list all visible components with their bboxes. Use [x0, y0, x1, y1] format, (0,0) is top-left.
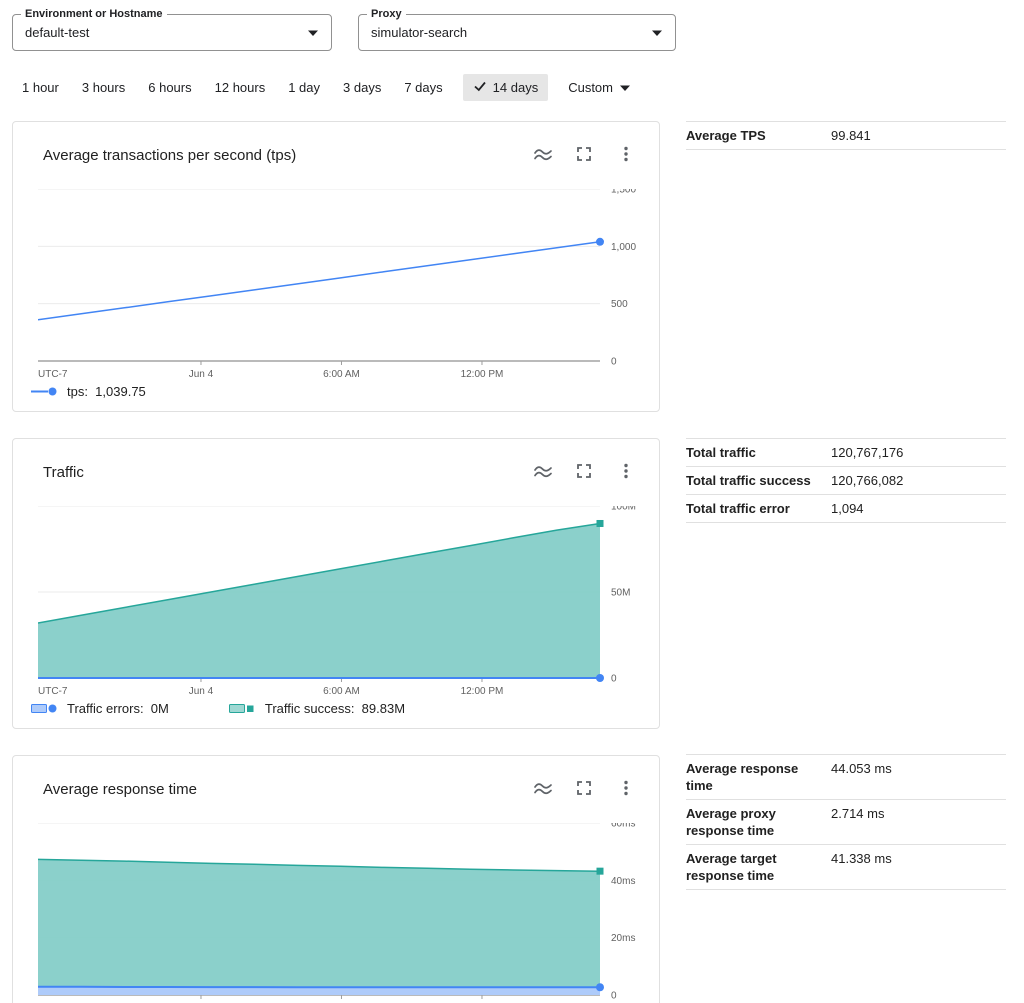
response-time-stats-table: Average response time 44.053 ms Average …	[686, 754, 1006, 890]
svg-text:6:00 AM: 6:00 AM	[323, 369, 360, 380]
stat-row: Average response time 44.053 ms	[686, 754, 1006, 799]
fullscreen-icon[interactable]	[575, 778, 595, 798]
stat-row: Average TPS 99.841	[686, 121, 1006, 150]
time-range-custom-label: Custom	[568, 80, 613, 95]
time-range-3-days[interactable]: 3 days	[343, 80, 381, 95]
chart-type-toggle-icon[interactable]	[533, 461, 553, 481]
environment-select[interactable]: Environment or Hostname default-test	[12, 14, 332, 51]
response-time-chart-plot: 60ms40ms20ms0UTC-7Jun 46:00 AM12:00 PM	[38, 823, 638, 1003]
time-range-selector: 1 hour 3 hours 6 hours 12 hours 1 day 3 …	[22, 74, 631, 101]
legend-item: Traffic success: 89.83M	[229, 701, 405, 716]
chart-title: Traffic	[43, 464, 84, 481]
stat-label: Total traffic	[686, 444, 831, 461]
stat-label: Average TPS	[686, 127, 831, 144]
stat-label: Total traffic success	[686, 472, 831, 489]
time-range-14-days-label: 14 days	[493, 80, 539, 95]
traffic-stats-table: Total traffic 120,767,176 Total traffic …	[686, 438, 1006, 523]
time-range-1-hour[interactable]: 1 hour	[22, 80, 59, 95]
time-range-14-days[interactable]: 14 days	[463, 74, 549, 101]
stat-value: 120,767,176	[831, 444, 903, 461]
time-range-7-days[interactable]: 7 days	[404, 80, 442, 95]
time-range-custom[interactable]: Custom	[568, 80, 631, 95]
stat-row: Average proxy response time 2.714 ms	[686, 799, 1006, 844]
stat-row: Average target response time 41.338 ms	[686, 844, 1006, 890]
svg-text:1,000: 1,000	[611, 242, 636, 253]
more-vert-icon[interactable]	[617, 461, 637, 481]
svg-text:UTC-7: UTC-7	[38, 686, 68, 697]
api-monitoring-dashboard: Environment or Hostname default-test Pro…	[0, 0, 1024, 1003]
chart-type-toggle-icon[interactable]	[533, 144, 553, 164]
tps-chart-legend: tps: 1,039.75	[31, 384, 206, 399]
fullscreen-icon[interactable]	[575, 461, 595, 481]
svg-text:50M: 50M	[611, 588, 630, 599]
more-vert-icon[interactable]	[617, 778, 637, 798]
legend-item: tps: 1,039.75	[31, 384, 146, 399]
stat-row: Total traffic error 1,094	[686, 494, 1006, 523]
svg-text:0: 0	[611, 357, 617, 368]
dropdown-arrow-icon	[619, 80, 631, 95]
stat-value: 41.338 ms	[831, 850, 892, 867]
svg-text:1,500: 1,500	[611, 189, 636, 196]
svg-text:100M: 100M	[611, 506, 636, 513]
response-time-chart-card: Average response time 60ms40ms20ms0UTC-7…	[12, 755, 660, 1003]
legend-item: Traffic errors: 0M	[31, 701, 169, 716]
dropdown-arrow-icon	[651, 29, 663, 37]
svg-text:12:00 PM: 12:00 PM	[461, 686, 504, 697]
svg-text:UTC-7: UTC-7	[38, 369, 68, 380]
traffic-chart-legend: Traffic errors: 0M Traffic success: 89.83…	[31, 701, 465, 716]
stat-value: 1,094	[831, 500, 864, 517]
svg-text:12:00 PM: 12:00 PM	[461, 369, 504, 380]
time-range-1-day[interactable]: 1 day	[288, 80, 320, 95]
dropdown-arrow-icon	[307, 29, 319, 37]
legend-label: tps: 1,039.75	[67, 384, 146, 399]
stat-label: Average response time	[686, 760, 831, 794]
stat-value: 2.714 ms	[831, 805, 884, 822]
legend-label: Traffic success: 89.83M	[265, 701, 405, 716]
chart-title: Average transactions per second (tps)	[43, 147, 296, 164]
environment-select-label: Environment or Hostname	[21, 8, 167, 21]
stat-value: 99.841	[831, 127, 871, 144]
stat-label: Average proxy response time	[686, 805, 831, 839]
chart-type-toggle-icon[interactable]	[533, 778, 553, 798]
svg-text:6:00 AM: 6:00 AM	[323, 686, 360, 697]
time-range-6-hours[interactable]: 6 hours	[148, 80, 191, 95]
stat-row: Total traffic 120,767,176	[686, 438, 1006, 466]
stat-row: Total traffic success 120,766,082	[686, 466, 1006, 494]
check-icon	[473, 79, 487, 96]
legend-label: Traffic errors: 0M	[67, 701, 169, 716]
more-vert-icon[interactable]	[617, 144, 637, 164]
proxy-select-value: simulator-search	[371, 25, 651, 40]
time-range-12-hours[interactable]: 12 hours	[215, 80, 266, 95]
svg-text:Jun 4: Jun 4	[189, 369, 214, 380]
tps-stats-table: Average TPS 99.841	[686, 121, 1006, 150]
stat-label: Total traffic error	[686, 500, 831, 517]
tps-chart-plot: 1,500 1,000 500 0 UTC-7 Jun 4 6:00 AM 12:00 PM	[38, 189, 638, 388]
time-range-3-hours[interactable]: 3 hours	[82, 80, 125, 95]
stat-value: 120,766,082	[831, 472, 903, 489]
environment-select-value: default-test	[25, 25, 307, 40]
fullscreen-icon[interactable]	[575, 144, 595, 164]
proxy-select[interactable]: Proxy simulator-search	[358, 14, 676, 51]
svg-text:60ms: 60ms	[611, 823, 635, 830]
traffic-chart-card: Traffic 100M 50M 0 UTC-7 Jun 4 6:00 AM 12:00 P…	[12, 438, 660, 729]
chart-title: Average response time	[43, 781, 197, 798]
traffic-chart-plot: 100M 50M 0 UTC-7 Jun 4 6:00 AM 12:00 PM	[38, 506, 638, 705]
svg-text:500: 500	[611, 299, 628, 310]
svg-text:Jun 4: Jun 4	[189, 686, 214, 697]
stat-value: 44.053 ms	[831, 760, 892, 777]
svg-text:0: 0	[611, 674, 617, 685]
tps-chart-card: Average transactions per second (tps) 1,…	[12, 121, 660, 412]
proxy-select-label: Proxy	[367, 8, 406, 21]
svg-text:40ms: 40ms	[611, 876, 635, 887]
stat-label: Average target response time	[686, 850, 831, 884]
svg-text:0: 0	[611, 991, 617, 1002]
svg-text:20ms: 20ms	[611, 933, 635, 944]
